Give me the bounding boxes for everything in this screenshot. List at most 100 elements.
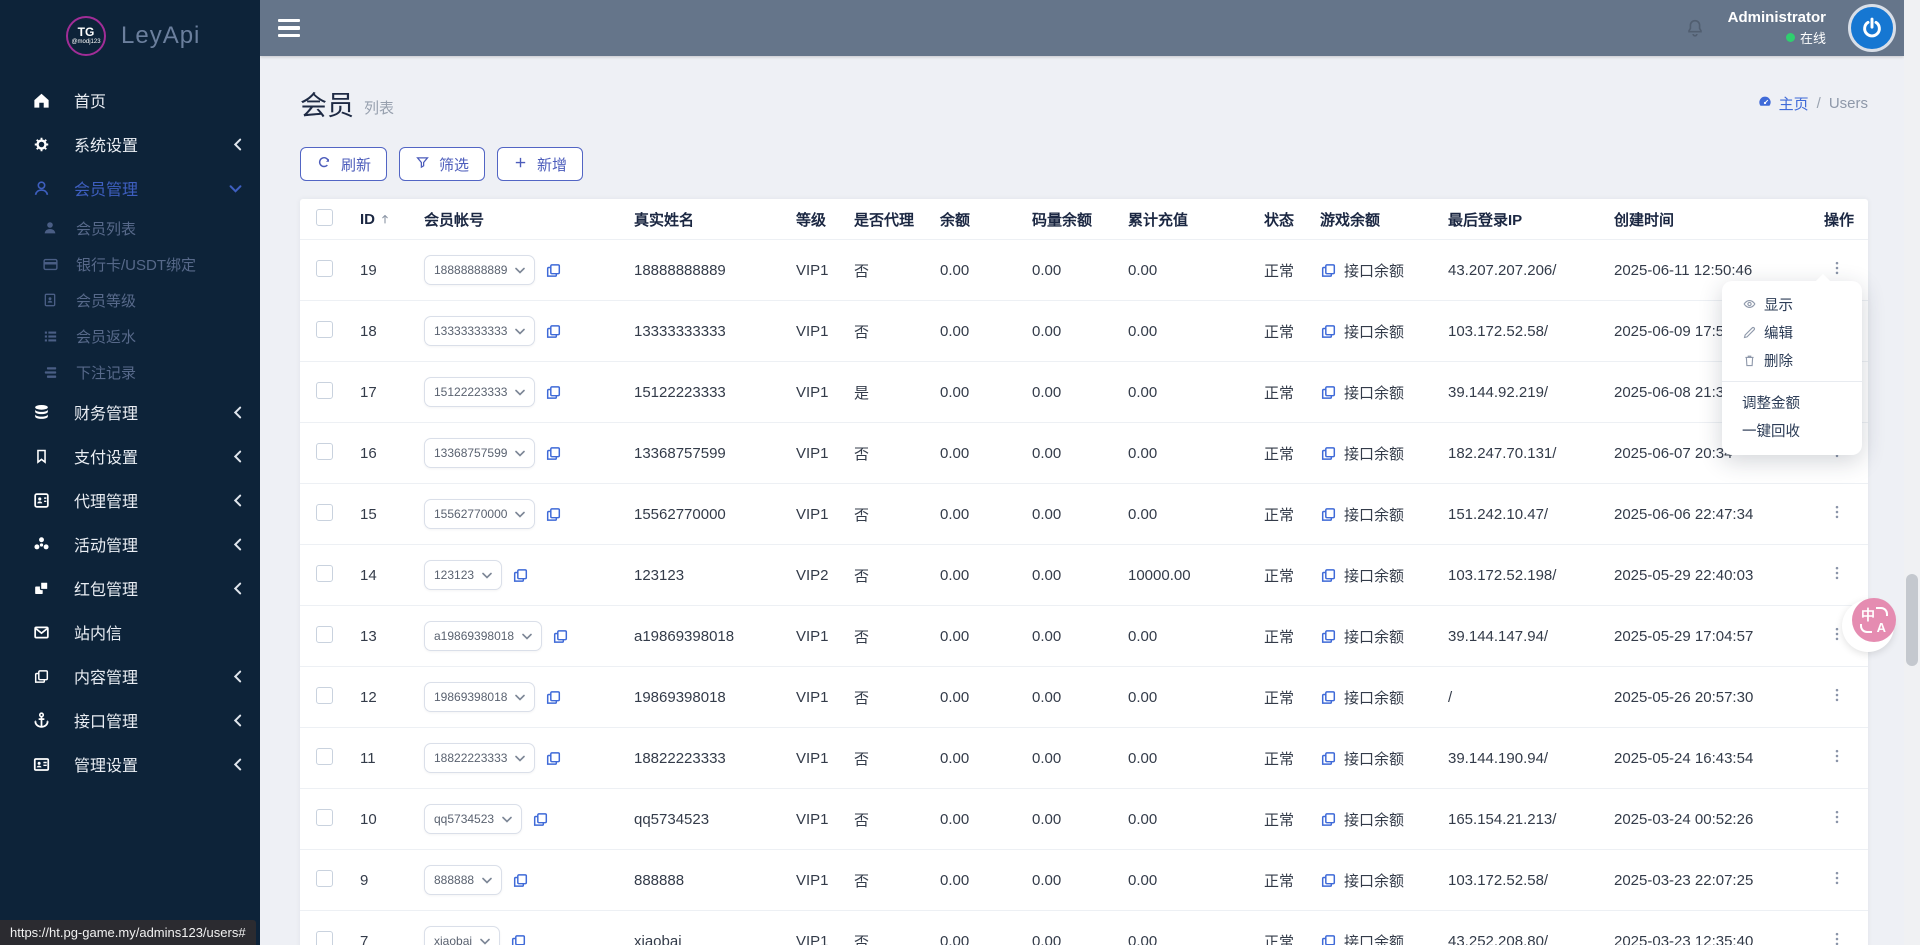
column-header[interactable]: 操作: [1816, 209, 1868, 230]
menu-item-one-click-recycle[interactable]: 一键回收: [1722, 416, 1862, 444]
copy-icon[interactable]: [552, 628, 569, 645]
row-checkbox[interactable]: [316, 320, 333, 338]
user-menu[interactable]: Administrator 在线: [1728, 9, 1826, 47]
sidebar-item-bet-records[interactable]: 下注记录: [0, 354, 260, 390]
row-checkbox[interactable]: [316, 259, 333, 277]
sidebar-item-activity-management[interactable]: 活动管理: [0, 522, 260, 566]
copy-icon[interactable]: [532, 811, 549, 828]
scrollbar-thumb[interactable]: [1906, 574, 1918, 666]
account-select[interactable]: qq5734523: [424, 804, 523, 834]
sidebar-item-home[interactable]: 首页: [0, 78, 260, 122]
column-header[interactable]: 会员帐号: [416, 209, 626, 230]
sidebar-item-finance-management[interactable]: 财务管理: [0, 390, 260, 434]
row-checkbox[interactable]: [316, 442, 333, 460]
row-checkbox[interactable]: [316, 747, 333, 765]
sidebar-item-api-management[interactable]: 接口管理: [0, 698, 260, 742]
sidebar-item-admin-settings[interactable]: 管理设置: [0, 742, 260, 786]
filter-button[interactable]: 筛选: [399, 147, 486, 181]
account-select[interactable]: a19869398018: [424, 621, 543, 651]
copy-icon[interactable]: [512, 872, 529, 889]
kebab-menu-icon[interactable]: [1828, 930, 1846, 945]
copy-icon[interactable]: [545, 445, 562, 462]
breadcrumb-home-link[interactable]: 主页: [1757, 93, 1809, 114]
game-balance-link[interactable]: 接口余额: [1344, 687, 1404, 708]
game-balance-link[interactable]: 接口余额: [1344, 809, 1404, 830]
game-balance-link[interactable]: 接口余额: [1344, 565, 1404, 586]
column-header[interactable]: 游戏余额: [1312, 209, 1440, 230]
menu-item-adjust-amount[interactable]: 调整金额: [1722, 388, 1862, 416]
column-header[interactable]: 创建时间: [1606, 209, 1816, 230]
copy-icon[interactable]: [1320, 384, 1337, 401]
menu-item-show[interactable]: 显示: [1722, 290, 1862, 318]
kebab-menu-icon[interactable]: [1828, 503, 1846, 521]
game-balance-link[interactable]: 接口余额: [1344, 870, 1404, 891]
copy-icon[interactable]: [1320, 750, 1337, 767]
account-select[interactable]: 19869398018: [424, 682, 536, 712]
kebab-menu-icon[interactable]: [1828, 259, 1846, 277]
row-checkbox[interactable]: [316, 564, 333, 582]
column-header[interactable]: 等级: [788, 209, 846, 230]
game-balance-link[interactable]: 接口余额: [1344, 626, 1404, 647]
copy-icon[interactable]: [1320, 872, 1337, 889]
account-select[interactable]: 15122223333: [424, 377, 536, 407]
column-header[interactable]: 状态: [1256, 209, 1312, 230]
sidebar-item-system-settings[interactable]: 系统设置: [0, 122, 260, 166]
sidebar-item-agent-management[interactable]: 代理管理: [0, 478, 260, 522]
account-select[interactable]: 13333333333: [424, 316, 536, 346]
kebab-menu-icon[interactable]: [1828, 564, 1846, 582]
menu-item-edit[interactable]: 编辑: [1722, 318, 1862, 346]
sidebar-item-member-management[interactable]: 会员管理: [0, 166, 260, 210]
game-balance-link[interactable]: 接口余额: [1344, 321, 1404, 342]
account-select[interactable]: 15562770000: [424, 499, 536, 529]
row-checkbox[interactable]: [316, 625, 333, 643]
column-header[interactable]: 真实姓名: [626, 209, 788, 230]
sidebar-item-redpacket-management[interactable]: 红包管理: [0, 566, 260, 610]
logout-power-button[interactable]: [1848, 4, 1896, 52]
copy-icon[interactable]: [1320, 933, 1337, 945]
kebab-menu-icon[interactable]: [1828, 686, 1846, 704]
menu-item-delete[interactable]: 删除: [1722, 346, 1862, 374]
copy-icon[interactable]: [1320, 262, 1337, 279]
kebab-menu-icon[interactable]: [1828, 747, 1846, 765]
logo[interactable]: TG @modj123 LeyApi: [0, 0, 260, 64]
column-header[interactable]: 码量余额: [1024, 209, 1120, 230]
sidebar-item-content-management[interactable]: 内容管理: [0, 654, 260, 698]
game-balance-link[interactable]: 接口余额: [1344, 382, 1404, 403]
account-select[interactable]: 18822223333: [424, 743, 536, 773]
sort-asc-icon[interactable]: [379, 212, 391, 226]
game-balance-link[interactable]: 接口余额: [1344, 260, 1404, 281]
copy-icon[interactable]: [545, 750, 562, 767]
select-all-checkbox[interactable]: [316, 208, 333, 226]
kebab-menu-icon[interactable]: [1828, 808, 1846, 826]
account-select[interactable]: 18888888889: [424, 255, 536, 285]
account-select[interactable]: 13368757599: [424, 438, 536, 468]
account-select[interactable]: 123123: [424, 560, 503, 590]
copy-icon[interactable]: [1320, 323, 1337, 340]
sidebar-item-site-mail[interactable]: 站内信: [0, 610, 260, 654]
refresh-button[interactable]: 刷新: [300, 147, 388, 181]
row-checkbox[interactable]: [316, 808, 333, 826]
copy-icon[interactable]: [1320, 445, 1337, 462]
copy-icon[interactable]: [545, 506, 562, 523]
kebab-menu-icon[interactable]: [1828, 869, 1846, 887]
game-balance-link[interactable]: 接口余额: [1344, 748, 1404, 769]
row-checkbox[interactable]: [316, 869, 333, 887]
row-checkbox[interactable]: [316, 686, 333, 704]
sidebar-item-member-rebate[interactable]: 会员返水: [0, 318, 260, 354]
add-button[interactable]: 新增: [497, 147, 584, 181]
copy-icon[interactable]: [1320, 811, 1337, 828]
copy-icon[interactable]: [1320, 506, 1337, 523]
sidebar-item-member-level[interactable]: 会员等级: [0, 282, 260, 318]
translate-icon[interactable]: 中 A: [1852, 598, 1896, 642]
copy-icon[interactable]: [545, 323, 562, 340]
game-balance-link[interactable]: 接口余额: [1344, 504, 1404, 525]
game-balance-link[interactable]: 接口余额: [1344, 443, 1404, 464]
account-select[interactable]: 888888: [424, 865, 503, 895]
row-checkbox[interactable]: [316, 930, 333, 945]
copy-icon[interactable]: [545, 262, 562, 279]
column-header[interactable]: 余额: [932, 209, 1024, 230]
copy-icon[interactable]: [545, 384, 562, 401]
row-checkbox[interactable]: [316, 381, 333, 399]
column-header[interactable]: 是否代理: [846, 209, 932, 230]
copy-icon[interactable]: [1320, 689, 1337, 706]
